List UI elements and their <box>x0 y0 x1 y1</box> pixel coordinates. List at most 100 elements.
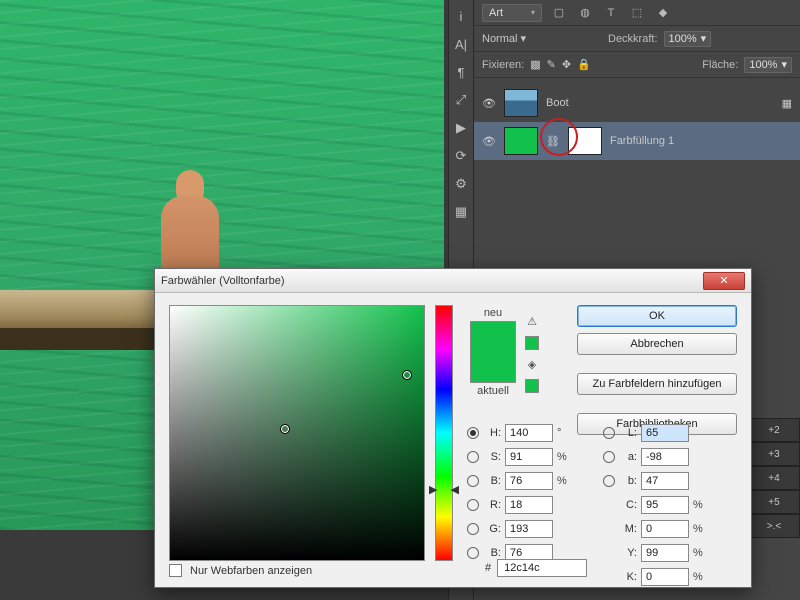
dialog-title: Farbwähler (Volltonfarbe) <box>161 275 703 287</box>
hex-hash-label: # <box>485 562 491 574</box>
opacity-field[interactable]: 100%▾ <box>664 31 712 47</box>
s-label: S: <box>483 451 501 463</box>
c-label: C: <box>619 499 637 511</box>
fill-field[interactable]: 100%▾ <box>744 57 792 73</box>
color-cursor[interactable] <box>280 424 290 434</box>
current-color-label: aktuell <box>467 385 519 397</box>
l-field[interactable] <box>641 424 689 442</box>
lab-b-label: b: <box>619 475 637 487</box>
bright-field[interactable] <box>505 472 553 490</box>
blend-mode-dropdown[interactable]: Normal ▾ <box>482 32 602 45</box>
blue-radio[interactable] <box>467 547 479 559</box>
y-field[interactable] <box>641 544 689 562</box>
unit-label: % <box>557 451 571 463</box>
a-label: a: <box>619 451 637 463</box>
bright-radio[interactable] <box>467 475 479 487</box>
filter-type-icon[interactable]: T <box>602 4 620 22</box>
panel-tab[interactable]: >.< <box>748 514 800 538</box>
collapsed-panel-tabs: +2 +3 +4 +5 >.< <box>748 418 800 538</box>
panel-tab[interactable]: +4 <box>748 466 800 490</box>
kind-filter-label: Art <box>489 7 503 19</box>
r-field[interactable] <box>505 496 553 514</box>
filter-shape-icon[interactable]: ⬚ <box>628 4 646 22</box>
lock-transparency-icon[interactable]: ▩ <box>530 58 540 71</box>
add-to-swatches-button[interactable]: Zu Farbfeldern hinzufügen <box>577 373 737 395</box>
hue-slider-thumb[interactable]: ▶◀ <box>429 483 459 493</box>
info-icon[interactable]: i <box>451 6 471 26</box>
unit-label: % <box>693 571 707 583</box>
y-label: Y: <box>619 547 637 559</box>
websafe-color-swatch[interactable] <box>525 379 539 393</box>
websafe-cube-icon[interactable]: ◈ <box>528 358 536 371</box>
k-field[interactable] <box>641 568 689 586</box>
lab-b-field[interactable] <box>641 472 689 490</box>
g-field[interactable] <box>505 520 553 538</box>
navigator-icon[interactable]: ⤢ <box>451 90 471 110</box>
sat-field[interactable] <box>505 448 553 466</box>
character-panel-icon[interactable]: A| <box>451 34 471 54</box>
close-button[interactable]: ✕ <box>703 272 745 290</box>
layer-mask-thumbnail[interactable] <box>568 127 602 155</box>
gamut-warning-icon[interactable]: ⚠ <box>527 315 537 328</box>
layer-menu-icon[interactable]: ▦ <box>782 97 792 110</box>
link-icon[interactable]: ⛓ <box>546 135 560 148</box>
hue-slider[interactable] <box>435 305 453 561</box>
saturation-value-field[interactable] <box>169 305 425 561</box>
color-cursor[interactable] <box>402 370 412 380</box>
opacity-label: Deckkraft: <box>608 33 658 45</box>
panel-tab[interactable]: +5 <box>748 490 800 514</box>
panel-tab[interactable]: +3 <box>748 442 800 466</box>
l-radio[interactable] <box>603 427 615 439</box>
kind-filter-dropdown[interactable]: Art ▾ <box>482 4 542 22</box>
sat-radio[interactable] <box>467 451 479 463</box>
a-field[interactable] <box>641 448 689 466</box>
play-icon[interactable]: ▶ <box>451 118 471 138</box>
r-radio[interactable] <box>467 499 479 511</box>
unit-label: % <box>693 523 707 535</box>
lock-move-icon[interactable]: ✥ <box>562 58 571 71</box>
ok-button[interactable]: OK <box>577 305 737 327</box>
new-color-swatch[interactable] <box>471 322 515 352</box>
color-swatch-preview <box>470 321 516 383</box>
current-color-swatch[interactable] <box>471 352 515 382</box>
layer-row[interactable]: 👁 Boot ▦ <box>474 84 800 122</box>
k-label: K: <box>619 571 637 583</box>
layer-name[interactable]: Boot <box>546 97 569 109</box>
unit-label: % <box>693 499 707 511</box>
layers-panel: 👁 Boot ▦ 👁 ⛓ Farbfüllung 1 <box>474 78 800 166</box>
layer-thumbnail[interactable] <box>504 89 538 117</box>
lock-label: Fixieren: <box>482 59 524 71</box>
properties-icon[interactable]: ⚙ <box>451 174 471 194</box>
g-label: G: <box>483 523 501 535</box>
lock-brush-icon[interactable]: ✎ <box>547 58 556 71</box>
filter-adjust-icon[interactable]: ◍ <box>576 4 594 22</box>
gamut-color-swatch[interactable] <box>525 336 539 350</box>
hex-field[interactable] <box>497 559 587 577</box>
fill-layer-thumbnail[interactable] <box>504 127 538 155</box>
web-colors-label: Nur Webfarben anzeigen <box>190 565 312 577</box>
lab-b-radio[interactable] <box>603 475 615 487</box>
swatches-icon[interactable]: ▦ <box>451 202 471 222</box>
g-radio[interactable] <box>467 523 479 535</box>
dialog-titlebar[interactable]: Farbwähler (Volltonfarbe) ✕ <box>155 269 751 293</box>
lock-all-icon[interactable]: 🔒 <box>577 58 591 71</box>
panel-tab[interactable]: +2 <box>748 418 800 442</box>
cancel-button[interactable]: Abbrechen <box>577 333 737 355</box>
filter-pixel-icon[interactable]: ▢ <box>550 4 568 22</box>
l-label: L: <box>619 427 637 439</box>
hue-field[interactable] <box>505 424 553 442</box>
visibility-eye-icon[interactable]: 👁 <box>482 96 496 110</box>
history-icon[interactable]: ⟳ <box>451 146 471 166</box>
m-field[interactable] <box>641 520 689 538</box>
layer-name[interactable]: Farbfüllung 1 <box>610 135 674 147</box>
layer-row[interactable]: 👁 ⛓ Farbfüllung 1 <box>474 122 800 160</box>
b-label: B: <box>483 475 501 487</box>
visibility-eye-icon[interactable]: 👁 <box>482 134 496 148</box>
filter-smart-icon[interactable]: ◆ <box>654 4 672 22</box>
web-colors-checkbox[interactable] <box>169 564 182 577</box>
a-radio[interactable] <box>603 451 615 463</box>
color-picker-dialog: Farbwähler (Volltonfarbe) ✕ ▶◀ neu aktue… <box>154 268 752 588</box>
c-field[interactable] <box>641 496 689 514</box>
hue-radio[interactable] <box>467 427 479 439</box>
paragraph-panel-icon[interactable]: ¶ <box>451 62 471 82</box>
